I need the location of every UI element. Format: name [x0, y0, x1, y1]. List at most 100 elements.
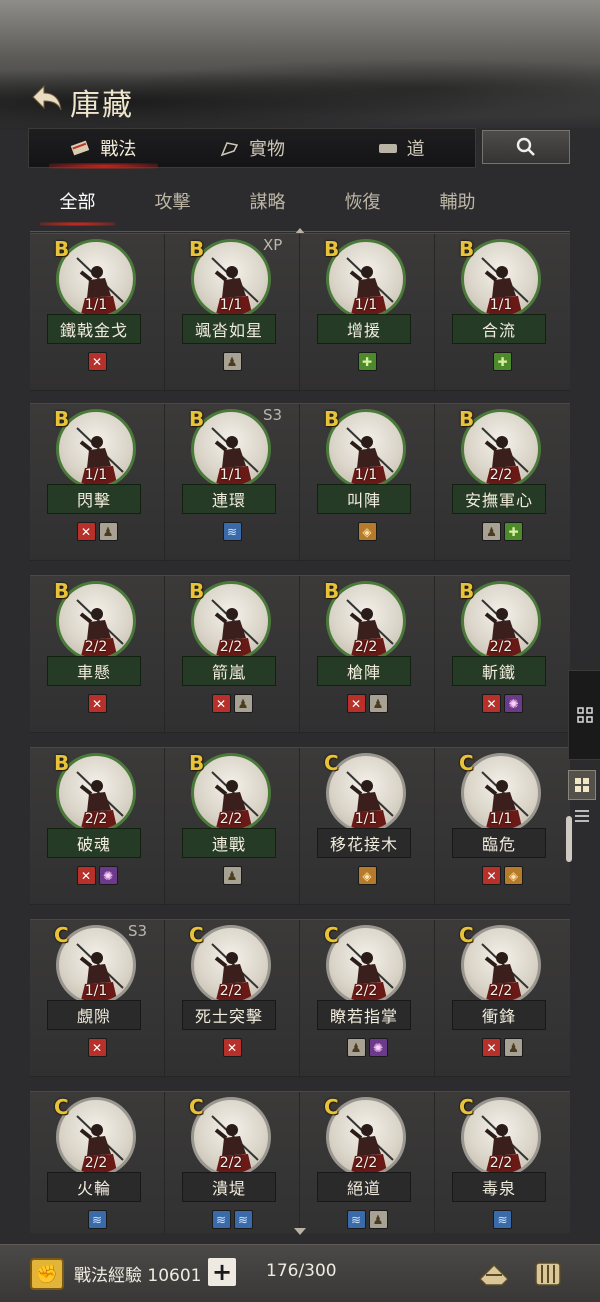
large-grid-icon [575, 778, 589, 792]
wind-trait-icon: ≋ [493, 1210, 512, 1229]
wind-trait-icon: ≋ [233, 1210, 253, 1229]
grade-badge: C [324, 923, 339, 947]
subtab-strategy[interactable]: 謀略 [220, 188, 315, 214]
item-icon [377, 139, 399, 157]
tactic-count: 2/2 [489, 639, 513, 655]
tactic-card[interactable]: 2/2 B 安撫軍心 ♟ ✚ [435, 404, 570, 562]
tactics-row: 2/2 C 火輪 ≋ 2/2 C 潰堤 ≋ ≋ 2/2 C 絕道 ≋ ♟ 2/2… [30, 1091, 570, 1233]
tactic-card[interactable]: 2/2 B 斬鐵 ✕ ✺ [435, 576, 570, 734]
tactic-card[interactable]: 1/1 C S3 覷隙 ✕ [30, 920, 165, 1078]
aid-trait-icon: ♟ [368, 1210, 388, 1229]
attack-trait-icon: ✕ [87, 1038, 107, 1057]
grade-badge: B [54, 407, 70, 431]
tab-items[interactable]: 道 [326, 129, 475, 167]
attack-trait-icon: ✕ [346, 694, 366, 713]
tactic-name: 增援 [317, 314, 411, 344]
tactic-card[interactable]: 1/1 B 鐵戟金戈 ✕ [30, 234, 165, 392]
aid-trait-icon: ♟ [504, 1038, 523, 1057]
grade-badge: B [324, 407, 340, 431]
tactic-tag: S3 [128, 922, 148, 940]
search-icon [516, 137, 535, 156]
grade-badge: B [459, 579, 475, 603]
tactic-card[interactable]: 1/1 B 增援 ✚ [300, 234, 435, 392]
tab-tactics[interactable]: 戰法 [29, 129, 178, 169]
tactic-card[interactable]: 2/2 C 絕道 ≋ ♟ [300, 1092, 435, 1233]
grade-badge: C [54, 1095, 69, 1119]
tactic-card[interactable]: 2/2 C 瞭若指掌 ♟ ✺ [300, 920, 435, 1078]
add-exp-button[interactable]: + [208, 1258, 236, 1286]
tab-treasures[interactable]: 實物 [178, 129, 327, 167]
tactic-card[interactable]: 1/1 B S3 連環 ≋ [165, 404, 300, 562]
aid-trait-icon: ♟ [368, 694, 388, 713]
grade-badge: C [189, 923, 204, 947]
subtab-recovery[interactable]: 恢復 [315, 188, 410, 214]
back-arrow-icon[interactable] [28, 80, 66, 116]
trait-list: ✚ [435, 352, 570, 371]
tactic-card[interactable]: 2/2 C 死士突擊 ✕ [165, 920, 300, 1078]
tactic-card[interactable]: 2/2 B 箭嵐 ✕ ♟ [165, 576, 300, 734]
tactic-count: 2/2 [219, 983, 243, 999]
tab-label: 戰法 [100, 139, 137, 160]
tactic-count: 2/2 [219, 1155, 243, 1171]
scroll-bundle-icon[interactable] [530, 1257, 566, 1291]
trait-list: ◈ [300, 866, 434, 885]
subtab-support[interactable]: 輔助 [410, 188, 505, 214]
tactic-card[interactable]: 2/2 B 車懸 ✕ [30, 576, 165, 734]
tactic-name: 死士突擊 [182, 1000, 276, 1030]
grade-badge: B [54, 579, 70, 603]
tactic-count: 1/1 [84, 983, 108, 999]
tactic-count: 1/1 [354, 297, 378, 313]
tactic-count: 2/2 [219, 639, 243, 655]
view-toggle-large[interactable] [568, 770, 596, 800]
scrollbar-thumb[interactable] [566, 816, 572, 862]
grade-badge: C [189, 1095, 204, 1119]
attack-trait-icon: ✕ [482, 866, 501, 885]
subtab-attack[interactable]: 攻擊 [125, 188, 220, 214]
tactic-count: 1/1 [219, 467, 243, 483]
attack-trait-icon: ✕ [211, 694, 231, 713]
tactic-count: 1/1 [354, 811, 378, 827]
tactic-name: 毒泉 [452, 1172, 546, 1202]
tactic-card[interactable]: 1/1 B 合流 ✚ [435, 234, 570, 392]
tactic-count: 1/1 [84, 467, 108, 483]
tactic-name: 叫陣 [317, 484, 411, 514]
tactic-card[interactable]: 2/2 B 連戰 ♟ [165, 748, 300, 906]
subtab-all[interactable]: 全部 [30, 188, 125, 226]
tactic-count: 1/1 [354, 467, 378, 483]
tactic-name: 瞭若指掌 [317, 1000, 411, 1030]
heal-trait-icon: ✚ [504, 522, 523, 541]
grade-badge: B [189, 579, 205, 603]
tactic-card[interactable]: 1/1 B 閃擊 ✕ ♟ [30, 404, 165, 562]
tactic-count: 2/2 [489, 1155, 513, 1171]
tactic-card[interactable]: 2/2 C 火輪 ≋ [30, 1092, 165, 1233]
tactic-count: 1/1 [489, 297, 513, 313]
aid-trait-icon: ♟ [233, 694, 253, 713]
tactics-row: 1/1 C S3 覷隙 ✕ 2/2 C 死士突擊 ✕ 2/2 C 瞭若指掌 ♟ ✺ [30, 919, 570, 1078]
view-toggle-small[interactable] [568, 670, 600, 760]
tactic-card[interactable]: 1/1 B 叫陣 ◈ [300, 404, 435, 562]
tactic-card[interactable]: 2/2 B 槍陣 ✕ ♟ [300, 576, 435, 734]
tactic-card[interactable]: 1/1 C 臨危 ✕ ◈ [435, 748, 570, 906]
tactic-card[interactable]: 2/2 C 潰堤 ≋ ≋ [165, 1092, 300, 1233]
aid-trait-icon: ♟ [482, 522, 501, 541]
attack-trait-icon: ✕ [87, 694, 107, 713]
trait-list: ✕ [30, 352, 164, 371]
tactic-card[interactable]: 2/2 B 破魂 ✕ ✺ [30, 748, 165, 906]
convert-icon[interactable] [476, 1257, 512, 1291]
trait-list: ✕ ♟ [435, 1038, 570, 1057]
trait-list: ♟ ✚ [435, 522, 570, 541]
tactic-card[interactable]: 2/2 C 毒泉 ≋ [435, 1092, 570, 1233]
search-button[interactable] [482, 130, 570, 164]
tactic-count: 1/1 [219, 297, 243, 313]
trait-list: ✕ ♟ [30, 522, 164, 541]
tactic-card[interactable]: 1/1 C 移花接木 ◈ [300, 748, 435, 906]
trait-list: ✕ [30, 694, 164, 713]
scroll-down-icon[interactable] [294, 1228, 306, 1235]
tactic-card[interactable]: 1/1 B XP 颯沓如星 ♟ [165, 234, 300, 392]
trait-list: ✕ ✺ [435, 694, 570, 713]
grade-badge: B [54, 237, 70, 261]
page-title: 庫藏 [70, 88, 134, 123]
list-view-icon[interactable] [574, 808, 590, 824]
control-trait-icon: ✺ [368, 1038, 388, 1057]
tactic-card[interactable]: 2/2 C 衝鋒 ✕ ♟ [435, 920, 570, 1078]
